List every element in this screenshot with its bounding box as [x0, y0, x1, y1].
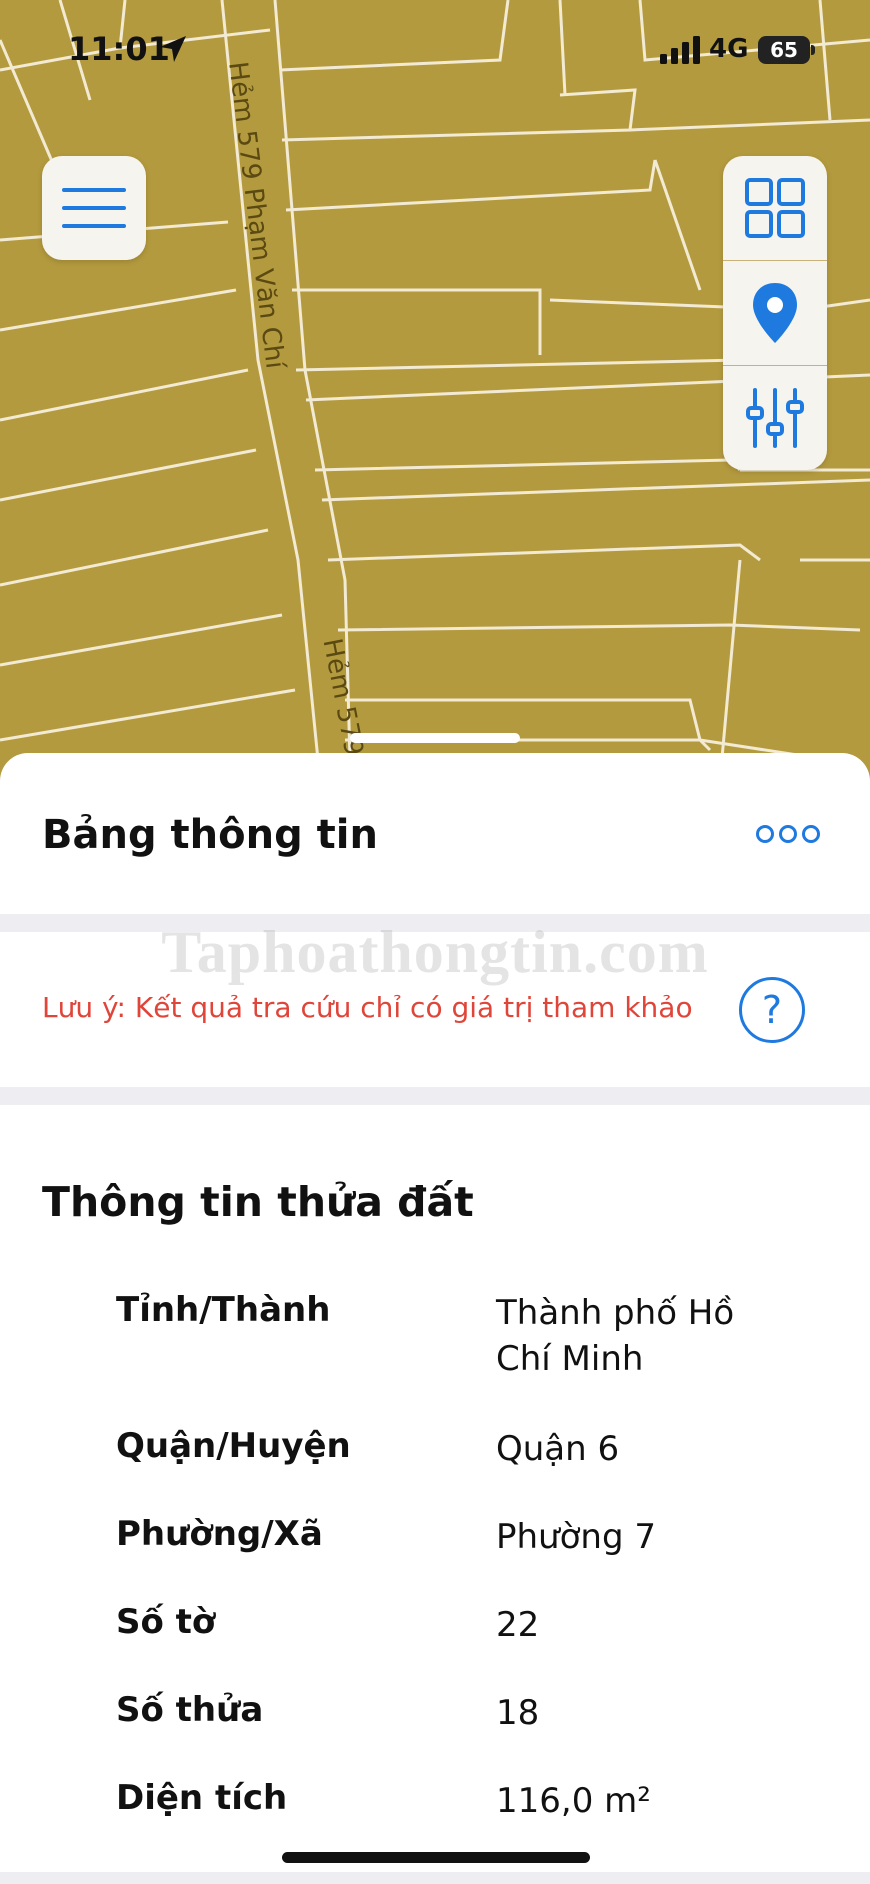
disclaimer-note: Lưu ý: Kết quả tra cứu chỉ có giá trị th…	[42, 991, 693, 1024]
filter-button[interactable]	[723, 366, 827, 470]
section-title: Thông tin thửa đất	[42, 1178, 474, 1226]
row-label: Diện tích	[116, 1778, 288, 1818]
battery-icon: 65	[758, 36, 810, 64]
divider	[0, 1872, 870, 1884]
row-label: Tỉnh/Thành	[116, 1290, 331, 1330]
sheet-grabber[interactable]	[350, 733, 520, 743]
status-bar: 11:01 4G 65	[0, 0, 870, 100]
ellipsis-icon	[802, 825, 820, 843]
network-type: 4G	[709, 34, 749, 64]
help-button[interactable]: ?	[739, 977, 805, 1043]
row-label: Số thửa	[116, 1690, 264, 1730]
home-indicator	[282, 1852, 590, 1863]
ellipsis-icon	[779, 825, 797, 843]
more-options-button[interactable]	[756, 822, 820, 846]
row-value: 22	[496, 1605, 540, 1645]
cellular-signal-icon	[660, 36, 700, 64]
location-pin-icon	[753, 283, 797, 343]
watermark: Taphoathongtin.com	[161, 919, 709, 985]
row-value: Quận 6	[496, 1429, 620, 1469]
row-value: 116,0 m²	[496, 1781, 651, 1821]
sliders-icon	[746, 388, 804, 448]
divider	[0, 1087, 870, 1105]
sheet-title: Bảng thông tin	[42, 812, 378, 858]
status-time: 11:01	[68, 30, 170, 68]
menu-button[interactable]	[42, 156, 146, 260]
hamburger-icon	[62, 188, 126, 228]
row-value: Phường 7	[496, 1517, 656, 1557]
grid-layers-icon	[745, 178, 805, 238]
row-value: Thành phố Hồ Chí Minh	[496, 1293, 735, 1379]
row-value: 18	[496, 1693, 540, 1733]
map-tool-stack	[723, 156, 827, 470]
row-label: Phường/Xã	[116, 1514, 323, 1554]
ellipsis-icon	[756, 825, 774, 843]
layers-button[interactable]	[723, 156, 827, 260]
my-location-button[interactable]	[723, 261, 827, 365]
battery-tip	[811, 45, 815, 55]
row-label: Số tờ	[116, 1602, 216, 1642]
row-label: Quận/Huyện	[116, 1426, 351, 1466]
location-arrow-icon	[160, 36, 186, 62]
